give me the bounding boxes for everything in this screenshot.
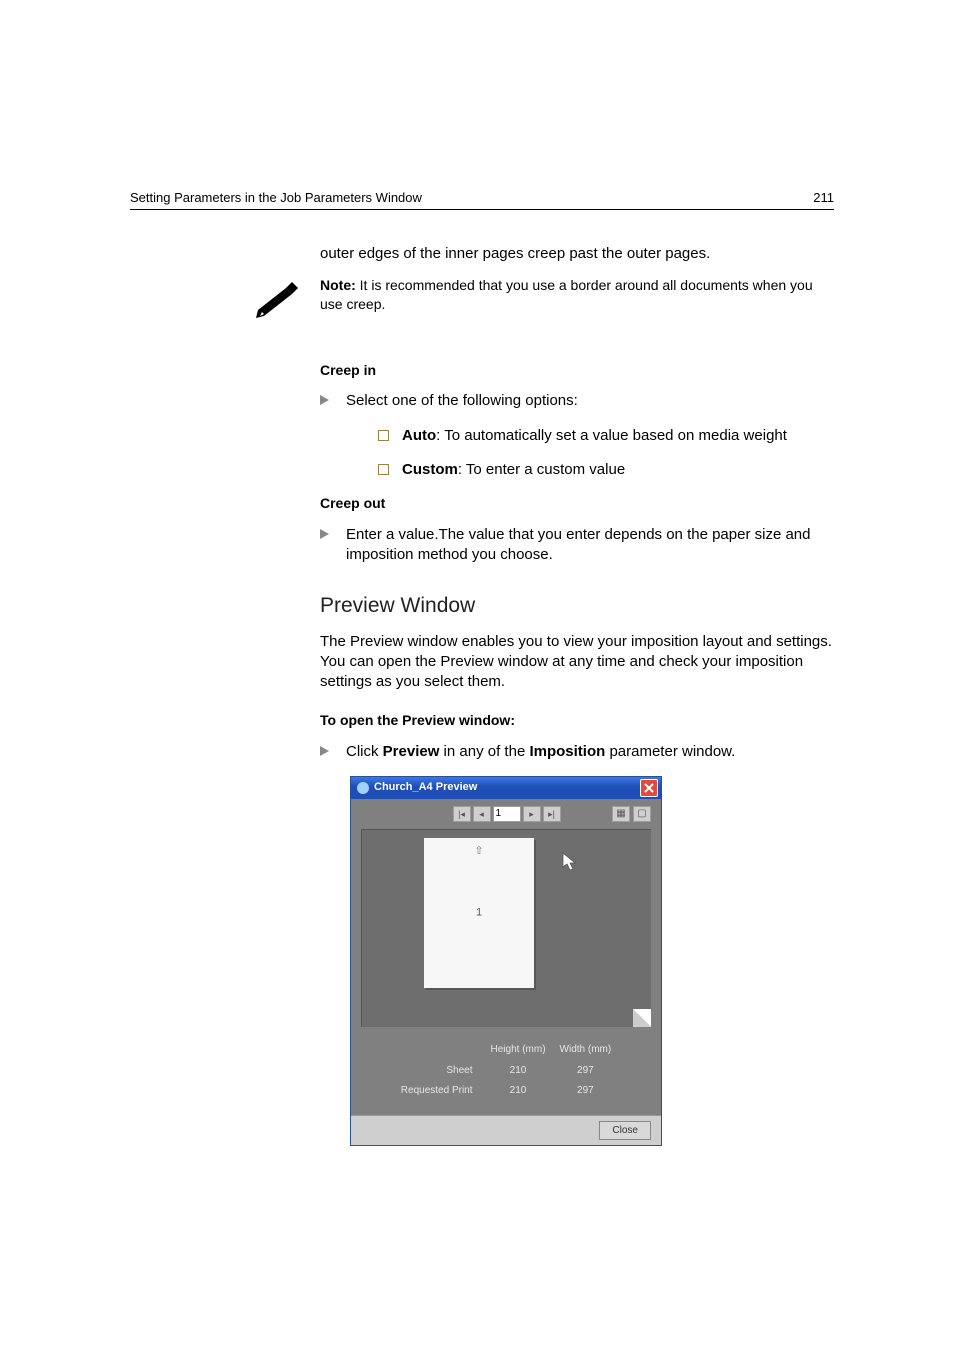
preview-window-screenshot: Church_A4 Preview |◂ ◂ 1 ▸ ▸|: [350, 776, 662, 1147]
view-mode-button-2[interactable]: ▢: [633, 806, 651, 822]
note-body: It is recommended that you use a border …: [320, 277, 813, 312]
col-height: Height (mm): [491, 1043, 546, 1059]
note-block: Note: It is recommended that you use a b…: [252, 276, 834, 324]
app-icon: [357, 782, 369, 794]
next-page-button[interactable]: ▸: [523, 806, 541, 822]
window-titlebar[interactable]: Church_A4 Preview: [351, 777, 661, 799]
auto-option: Auto: To automatically set a value based…: [378, 426, 834, 446]
preview-window-heading: Preview Window: [320, 592, 834, 620]
first-page-icon: |◂: [458, 808, 465, 820]
page-icon: ▢: [637, 807, 646, 821]
auto-label: Auto: [402, 427, 436, 444]
preview-toolbar: |◂ ◂ 1 ▸ ▸| ▦ ▢: [351, 799, 661, 829]
window-title: Church_A4 Preview: [374, 780, 477, 795]
running-header: Setting Parameters in the Job Parameters…: [130, 190, 834, 210]
window-close-button[interactable]: [640, 779, 658, 797]
note-text: Note: It is recommended that you use a b…: [320, 276, 834, 314]
prev-page-button[interactable]: ◂: [473, 806, 491, 822]
col-width: Width (mm): [560, 1043, 612, 1059]
orientation-arrow-icon: ⇧: [474, 844, 483, 859]
click-imposition-word: Imposition: [529, 743, 605, 760]
creep-out-heading: Creep out: [320, 494, 834, 513]
creep-out-text: Enter a value.The value that you enter d…: [346, 526, 811, 563]
click-preview-word: Preview: [383, 743, 440, 760]
page-number-field[interactable]: 1: [493, 806, 521, 822]
creep-in-heading: Creep in: [320, 361, 834, 380]
select-options-item: Select one of the following options: Aut…: [320, 391, 834, 480]
dimensions-panel: Height (mm) Width (mm) Sheet 210 297 Req…: [351, 1027, 661, 1116]
sheet-height: 210: [491, 1064, 546, 1078]
view-mode-button-1[interactable]: ▦: [612, 806, 630, 822]
preview-paragraph: The Preview window enables you to view y…: [320, 632, 834, 693]
window-footer: Close: [351, 1115, 661, 1145]
custom-text: : To enter a custom value: [458, 461, 625, 478]
row-requested-label: Requested Print: [401, 1084, 477, 1098]
creep-out-item: Enter a value.The value that you enter d…: [320, 525, 834, 566]
sheet-page-number: 1: [476, 905, 482, 920]
preview-stage[interactable]: ⇧ 1: [361, 829, 651, 1027]
custom-option: Custom: To enter a custom value: [378, 460, 834, 480]
sheet-width: 297: [560, 1064, 612, 1078]
click-mid: in any of the: [439, 743, 529, 760]
row-sheet-label: Sheet: [401, 1064, 477, 1078]
click-preview-item: Click Preview in any of the Imposition p…: [320, 742, 834, 762]
custom-label: Custom: [402, 461, 458, 478]
grid-icon: ▦: [616, 807, 625, 821]
orphan-paragraph: outer edges of the inner pages creep pas…: [320, 244, 834, 264]
select-options-text: Select one of the following options:: [346, 392, 578, 409]
first-page-button[interactable]: |◂: [453, 806, 471, 822]
sheet-thumbnail[interactable]: ⇧ 1: [424, 838, 534, 988]
click-suffix: parameter window.: [605, 743, 735, 760]
page-number: 211: [813, 190, 834, 205]
requested-height: 210: [491, 1084, 546, 1098]
last-page-icon: ▸|: [548, 808, 555, 820]
mouse-cursor-icon: [562, 852, 578, 877]
header-title: Setting Parameters in the Job Parameters…: [130, 190, 422, 205]
click-prefix: Click: [346, 743, 383, 760]
open-preview-heading: To open the Preview window:: [320, 711, 834, 730]
last-page-button[interactable]: ▸|: [543, 806, 561, 822]
auto-text: : To automatically set a value based on …: [436, 427, 787, 444]
prev-page-icon: ◂: [479, 808, 484, 820]
next-page-icon: ▸: [529, 808, 534, 820]
close-button[interactable]: Close: [599, 1121, 651, 1140]
requested-width: 297: [560, 1084, 612, 1098]
note-label: Note:: [320, 277, 356, 293]
note-pen-icon: [252, 278, 302, 324]
